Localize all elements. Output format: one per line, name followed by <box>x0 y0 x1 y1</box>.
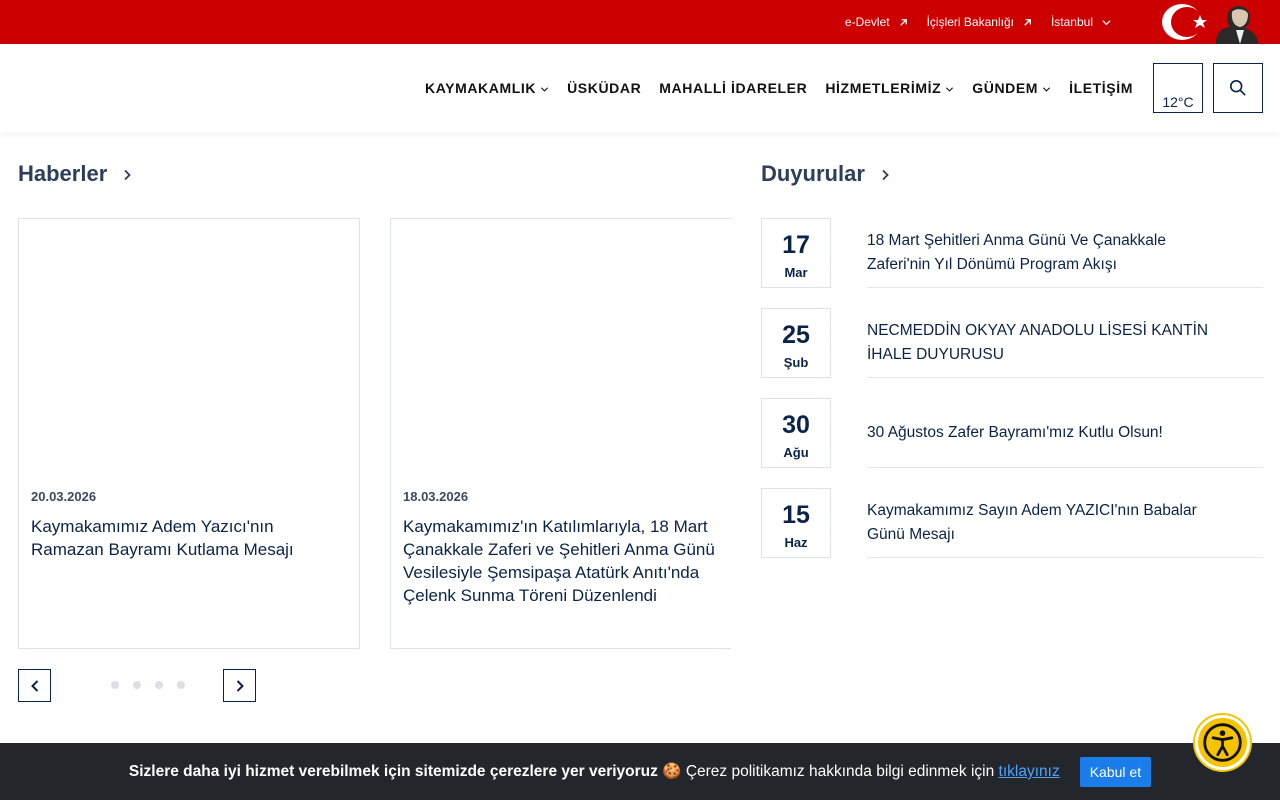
announcement-title: 18 Mart Şehitleri Anma Günü Ve Çanakkale… <box>867 218 1263 288</box>
chevron-right-icon <box>124 169 132 181</box>
external-link-icon <box>899 18 907 26</box>
edevlet-label: e-Devlet <box>844 15 890 29</box>
main-menu: KAYMAKAMLIK ÜSKÜDAR MAHALLİ İDARELER HİZ… <box>425 44 1133 132</box>
top-bar: e-Devlet İçişleri Bakanlığı İstanbul <box>0 0 1280 45</box>
menu-kaymakamlik-label: KAYMAKAMLIK <box>425 80 537 96</box>
news-heading: Haberler <box>18 161 108 186</box>
turkish-flag-ataturk-image <box>1160 0 1260 45</box>
menu-hizmetlerimiz-label: HİZMETLERİMİZ <box>825 80 942 96</box>
cookie-banner: Sizlere daha iyi hizmet verebilmek için … <box>0 743 1280 800</box>
announcement-item[interactable]: 25 Şub NECMEDDİN OKYAY ANADOLU LİSESİ KA… <box>761 308 1263 378</box>
menu-mahalli-idareler[interactable]: MAHALLİ İDARELER <box>659 80 807 96</box>
news-card[interactable]: 20.03.2026 Kaymakamımız Adem Yazıcı'nın … <box>18 218 360 649</box>
announcement-item[interactable]: 17 Mar 18 Mart Şehitleri Anma Günü Ve Ça… <box>761 218 1263 288</box>
chevron-down-icon <box>946 87 954 92</box>
edevlet-link[interactable]: e-Devlet <box>845 15 909 29</box>
chevron-right-icon <box>882 169 889 181</box>
top-links: e-Devlet İçişleri Bakanlığı İstanbul <box>845 0 1112 44</box>
announcement-date: 15 Haz <box>761 488 831 558</box>
announcement-title: NECMEDDİN OKYAY ANADOLU LİSESİ KANTİN İH… <box>867 308 1263 378</box>
announcements-heading-link[interactable]: Duyurular <box>761 161 891 187</box>
announcement-title: Kaymakamımız Sayın Adem YAZICI'nın Babal… <box>867 488 1263 558</box>
menu-uskudar-label: ÜSKÜDAR <box>567 80 642 96</box>
menu-hizmetlerimiz[interactable]: HİZMETLERİMİZ <box>825 80 954 96</box>
icisleri-label: İçişleri Bakanlığı <box>926 15 1014 29</box>
chevron-down-icon <box>541 87 549 92</box>
icisleri-link[interactable]: İçişleri Bakanlığı <box>927 15 1033 29</box>
news-date: 18.03.2026 <box>403 489 469 504</box>
announcement-date: 30 Ağu <box>761 398 831 468</box>
slider-dot[interactable] <box>111 681 119 689</box>
announcement-month: Ağu <box>783 445 809 460</box>
announcement-date: 25 Şub <box>761 308 831 378</box>
announcement-month: Haz <box>784 535 808 550</box>
slider-dot[interactable] <box>177 681 185 689</box>
chevron-left-icon <box>30 679 38 692</box>
menu-iletisim-label: İLETİŞİM <box>1069 80 1133 96</box>
announcement-day: 25 <box>782 321 810 349</box>
menu-iletisim[interactable]: İLETİŞİM <box>1069 80 1133 96</box>
slider-next-button[interactable] <box>223 669 256 702</box>
announcement-day: 30 <box>782 411 810 439</box>
menu-mahalli-idareler-label: MAHALLİ İDARELER <box>659 80 808 96</box>
accessibility-icon <box>1203 723 1242 762</box>
news-slider: 20.03.2026 Kaymakamımız Adem Yazıcı'nın … <box>18 218 731 650</box>
chevron-down-icon <box>1102 19 1111 25</box>
slider-prev-button[interactable] <box>18 669 51 702</box>
announcement-date: 17 Mar <box>761 218 831 288</box>
city-dropdown[interactable]: İstanbul <box>1051 15 1112 29</box>
cookie-message-rest: Çerez politikamız hakkında bilgi edinmek… <box>685 763 995 780</box>
announcement-item[interactable]: 15 Haz Kaymakamımız Sayın Adem YAZICI'nı… <box>761 488 1263 558</box>
city-label: İstanbul <box>1050 15 1093 29</box>
announcements-heading: Duyurular <box>761 161 865 186</box>
main-nav: KAYMAKAMLIK ÜSKÜDAR MAHALLİ İDARELER HİZ… <box>0 44 1280 132</box>
news-date: 20.03.2026 <box>31 489 97 504</box>
announcement-month: Şub <box>783 355 809 370</box>
menu-kaymakamlik[interactable]: KAYMAKAMLIK <box>425 80 549 96</box>
cookie-message-bold: Sizlere daha iyi hizmet verebilmek için … <box>128 763 658 780</box>
slider-dot[interactable] <box>133 681 141 689</box>
accessibility-button[interactable] <box>1195 715 1250 770</box>
chevron-right-icon <box>236 679 244 692</box>
external-link-icon <box>1024 18 1031 26</box>
announcement-month: Mar <box>784 265 808 280</box>
cookie-policy-link[interactable]: tıklayınız <box>999 763 1060 780</box>
menu-gundem-label: GÜNDEM <box>972 80 1039 96</box>
search-button[interactable] <box>1213 63 1263 113</box>
slider-dot[interactable] <box>155 681 163 689</box>
news-heading-link[interactable]: Haberler <box>18 161 133 187</box>
menu-gundem[interactable]: GÜNDEM <box>972 80 1051 96</box>
cookie-emoji: 🍪 <box>662 763 682 780</box>
weather-widget[interactable]: 12°C <box>1153 63 1203 113</box>
flag-icon <box>1162 0 1260 45</box>
search-icon <box>1229 79 1246 96</box>
announcement-item[interactable]: 30 Ağu 30 Ağustos Zafer Bayramı'mız Kutl… <box>761 398 1263 468</box>
announcement-day: 15 <box>782 501 810 529</box>
cookie-message: Sizlere daha iyi hizmet verebilmek için … <box>129 762 1060 781</box>
chevron-down-icon <box>1043 87 1051 92</box>
announcement-day: 17 <box>782 231 810 259</box>
menu-uskudar[interactable]: ÜSKÜDAR <box>567 80 641 96</box>
cookie-accept-button[interactable]: Kabul et <box>1079 756 1152 787</box>
news-card[interactable]: 18.03.2026 Kaymakamımız'ın Katılımlarıyl… <box>390 218 731 649</box>
news-title: Kaymakamımız'ın Katılımlarıyla, 18 Mart … <box>403 517 715 605</box>
news-title: Kaymakamımız Adem Yazıcı'nın Ramazan Bay… <box>31 517 294 559</box>
announcement-title: 30 Ağustos Zafer Bayramı'mız Kutlu Olsun… <box>867 398 1263 468</box>
weather-temperature: 12°C <box>1162 94 1194 110</box>
